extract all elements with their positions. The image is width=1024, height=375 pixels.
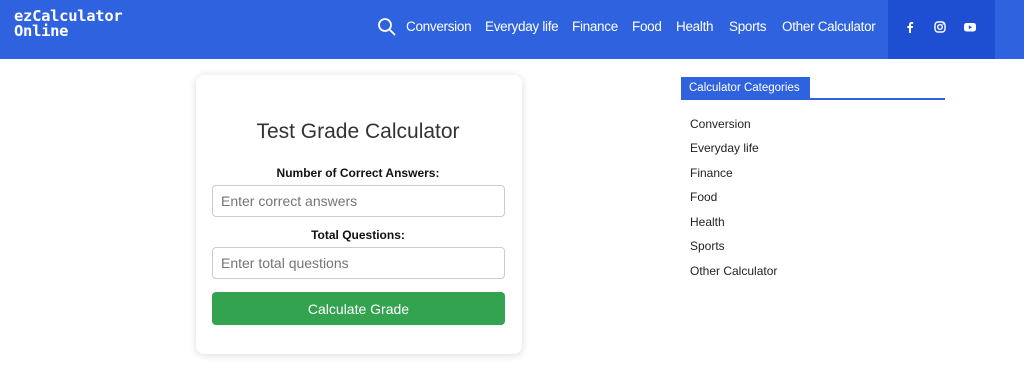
- correct-answers-label: Number of Correct Answers:: [276, 166, 440, 180]
- site-header: ezCalculator Online Conversion Everyday …: [0, 0, 1024, 59]
- calculate-grade-button[interactable]: Calculate Grade: [212, 292, 505, 325]
- search-icon[interactable]: [377, 17, 396, 36]
- sidebar-heading: Calculator Categories: [681, 77, 810, 99]
- sidebar-item-conversion[interactable]: Conversion: [690, 117, 751, 131]
- sidebar-item-sports[interactable]: Sports: [690, 239, 725, 253]
- correct-answers-input[interactable]: [212, 185, 505, 217]
- sidebar-item-other-calculator[interactable]: Other Calculator: [690, 264, 777, 278]
- nav-sports[interactable]: Sports: [729, 19, 767, 34]
- total-questions-label: Total Questions:: [311, 228, 405, 242]
- site-logo[interactable]: ezCalculator Online: [14, 8, 123, 40]
- nav-everyday-life[interactable]: Everyday life: [485, 19, 559, 34]
- facebook-icon[interactable]: [903, 20, 917, 34]
- social-links: [888, 0, 995, 59]
- instagram-icon[interactable]: [933, 20, 947, 34]
- nav-other-calculator[interactable]: Other Calculator: [782, 19, 876, 34]
- nav-food[interactable]: Food: [632, 19, 662, 34]
- youtube-icon[interactable]: [963, 20, 977, 34]
- sidebar-item-finance[interactable]: Finance: [690, 166, 733, 180]
- total-questions-input[interactable]: [212, 247, 505, 279]
- nav-conversion[interactable]: Conversion: [406, 19, 472, 34]
- sidebar-item-food[interactable]: Food: [690, 190, 717, 204]
- sidebar-item-health[interactable]: Health: [690, 215, 725, 229]
- nav-finance[interactable]: Finance: [572, 19, 618, 34]
- calculator-title: Test Grade Calculator: [256, 120, 460, 143]
- sidebar-divider: [681, 98, 945, 100]
- nav-health[interactable]: Health: [676, 19, 714, 34]
- logo-line-2: Online: [14, 22, 69, 40]
- sidebar-item-everyday-life[interactable]: Everyday life: [690, 141, 759, 155]
